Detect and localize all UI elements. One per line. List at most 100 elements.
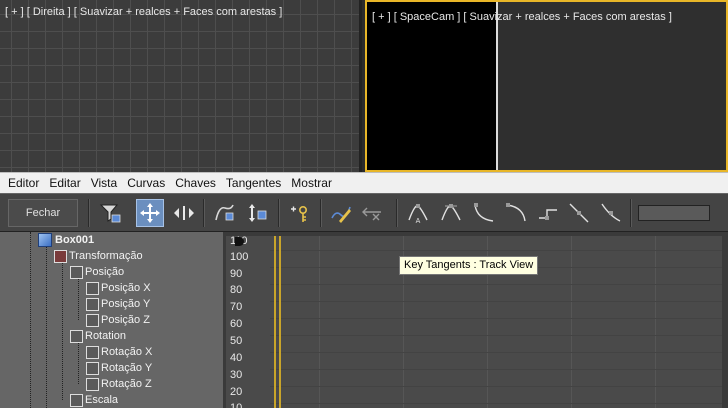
filter-icon <box>99 204 121 223</box>
tangent-smooth-button[interactable] <box>597 199 625 227</box>
menu-vista[interactable]: Vista <box>86 174 122 193</box>
scale-curve-icon <box>215 204 234 221</box>
tree-node-box001[interactable]: Box001 <box>38 232 94 248</box>
pencil-curve-icon <box>331 206 351 223</box>
key-value-field[interactable] <box>638 205 710 221</box>
tree-node-rotation[interactable]: Rotation <box>70 328 126 344</box>
rotation-controller-icon <box>70 329 83 343</box>
tree-node-label: Escala <box>85 394 119 406</box>
tangent-fast-icon <box>474 203 494 222</box>
float-controller-icon <box>86 313 99 327</box>
tangent-linear-icon <box>569 203 589 223</box>
tree-node-label: Box001 <box>55 234 95 246</box>
reduce-keys-icon <box>362 207 381 221</box>
tangent-step-icon <box>539 209 557 220</box>
tree-line <box>46 240 47 408</box>
y-axis-tick: 60 <box>230 318 243 330</box>
tree-node-rotation-x[interactable]: Rotação X <box>86 344 152 360</box>
tangent-fast-button[interactable] <box>470 199 498 227</box>
tree-line <box>62 256 63 400</box>
y-axis-tick: 20 <box>230 386 243 398</box>
menu-editar[interactable]: Editar <box>44 174 85 193</box>
tree-node-rotation-z[interactable]: Rotação Z <box>86 376 152 392</box>
graph-edge-scrollbar[interactable] <box>722 232 728 408</box>
toolbar-separator <box>203 199 205 227</box>
controller-tree[interactable]: Box001 Transformação Posição Posição X P… <box>0 232 226 408</box>
tree-node-transform[interactable]: Transformação <box>54 248 143 264</box>
tree-node-position-z[interactable]: Posição Z <box>86 312 150 328</box>
viewport-spacecam[interactable]: [ + ] [ SpaceCam ] [ Suavizar + realces … <box>365 0 728 172</box>
menu-mostrar[interactable]: Mostrar <box>286 174 337 193</box>
tree-node-label: Rotação Y <box>101 362 153 374</box>
move-keys-button[interactable] <box>136 199 164 227</box>
key-marker[interactable] <box>235 237 244 246</box>
tree-line <box>30 232 31 408</box>
box-object-icon <box>38 233 52 247</box>
scale-values-icon <box>249 204 267 222</box>
tangent-auto-button[interactable]: A <box>404 199 432 227</box>
tree-node-position-x[interactable]: Posição X <box>86 280 151 296</box>
track-view-toolbar: Fechar A <box>0 193 728 232</box>
tree-node-label: Transformação <box>69 250 143 262</box>
slide-keys-button[interactable] <box>170 199 198 227</box>
tooltip: Key Tangents : Track View <box>399 256 539 275</box>
add-key-icon <box>291 206 308 222</box>
toolbar-separator <box>88 199 90 227</box>
time-slider-line[interactable] <box>274 236 276 408</box>
tangent-step-button[interactable] <box>534 199 562 227</box>
svg-text:A: A <box>416 218 421 224</box>
y-axis-tick: 50 <box>230 335 243 347</box>
tree-node-label: Posição <box>85 266 125 278</box>
camera-black-region <box>367 2 496 170</box>
scale-keys-button[interactable] <box>210 199 238 227</box>
slide-horizontal-icon <box>174 206 194 220</box>
toolbar-separator <box>278 199 280 227</box>
scale-values-button[interactable] <box>243 199 271 227</box>
float-controller-icon <box>86 281 99 295</box>
move-arrows-icon <box>140 203 160 223</box>
menu-curvas[interactable]: Curvas <box>122 174 170 193</box>
filter-button[interactable] <box>96 199 124 227</box>
add-keys-button[interactable] <box>285 199 313 227</box>
tree-node-label: Posição X <box>101 282 151 294</box>
reduce-keys-button[interactable] <box>358 199 386 227</box>
menu-chaves[interactable]: Chaves <box>170 174 221 193</box>
viewport-right-view[interactable]: [ + ] [ Direita ] [ Suavizar + realces +… <box>0 0 362 172</box>
tangent-auto-icon: A <box>408 204 428 224</box>
tree-node-position-y[interactable]: Posição Y <box>86 296 150 312</box>
tree-node-rotation-y[interactable]: Rotação Y <box>86 360 152 376</box>
float-controller-icon <box>86 377 99 391</box>
tangent-linear-button[interactable] <box>565 199 593 227</box>
tree-node-scale[interactable]: Escala <box>70 392 118 408</box>
y-axis-tick: 30 <box>230 369 243 381</box>
tree-node-label: Rotação Z <box>101 378 152 390</box>
menu-tangentes[interactable]: Tangentes <box>221 174 286 193</box>
viewport-label[interactable]: [ + ] [ SpaceCam ] [ Suavizar + realces … <box>372 11 672 23</box>
tangent-custom-button[interactable] <box>437 199 465 227</box>
toolbar-separator <box>320 199 322 227</box>
tangent-smooth-icon <box>601 203 621 222</box>
y-axis-tick: 70 <box>230 301 243 313</box>
time-slider-line[interactable] <box>279 236 281 408</box>
tangent-slow-button[interactable] <box>502 199 530 227</box>
viewport-label[interactable]: [ + ] [ Direita ] [ Suavizar + realces +… <box>5 6 282 18</box>
menu-editor[interactable]: Editor <box>0 174 44 193</box>
y-axis-tick: 100 <box>230 251 249 263</box>
float-controller-icon <box>86 297 99 311</box>
position-controller-icon <box>70 265 83 279</box>
track-view-menubar: Editor Editar Vista Curvas Chaves Tangen… <box>0 172 728 193</box>
draw-curves-button[interactable] <box>327 199 355 227</box>
tangent-custom-icon <box>441 204 461 221</box>
tree-node-label: Posição Y <box>101 298 151 310</box>
y-axis-tick: 80 <box>230 284 243 296</box>
toolbar-separator <box>396 199 398 227</box>
y-axis-tick: 10 <box>230 402 243 408</box>
close-button[interactable]: Fechar <box>8 199 78 227</box>
tree-node-label: Rotação X <box>101 346 153 358</box>
toolbar-separator <box>630 199 632 227</box>
camera-divider-line <box>496 2 498 170</box>
float-controller-icon <box>86 361 99 375</box>
transform-controller-icon <box>54 249 67 263</box>
float-controller-icon <box>86 345 99 359</box>
tree-node-position[interactable]: Posição <box>70 264 124 280</box>
